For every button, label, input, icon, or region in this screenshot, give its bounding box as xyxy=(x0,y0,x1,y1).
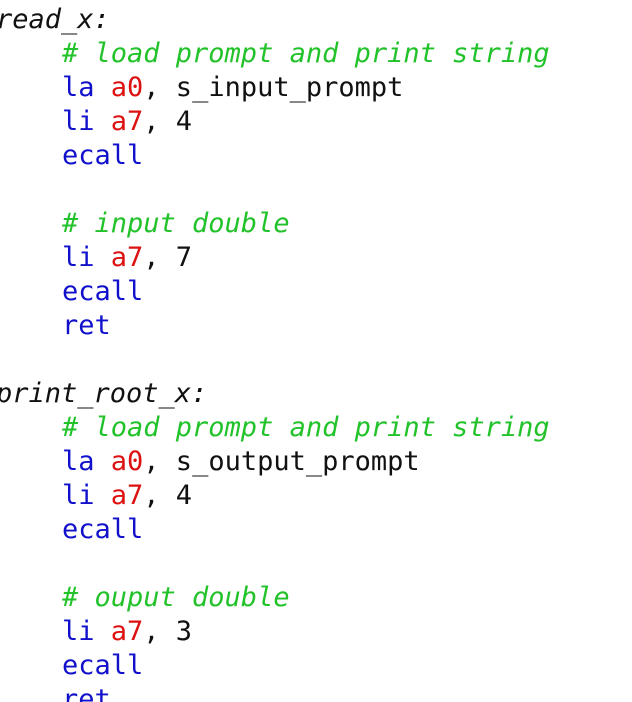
label-line: print_root_x: xyxy=(0,377,207,411)
register-name: a7 xyxy=(110,616,144,647)
register-name: a0 xyxy=(110,446,144,477)
instruction-line: ecall xyxy=(62,139,143,173)
instruction-line: li a7, 7 xyxy=(62,241,192,275)
instruction-operands: , s_input_prompt xyxy=(143,72,404,103)
code-editor[interactable]: read_x: # load prompt and print string la … xyxy=(0,0,632,702)
instruction-mnemonic: ecall xyxy=(62,276,144,307)
instruction-mnemonic: ecall xyxy=(62,140,144,171)
instruction-line: la a0, s_output_prompt xyxy=(62,445,420,479)
register-name: a0 xyxy=(110,72,144,103)
register-name: a7 xyxy=(110,106,144,137)
instruction-operands: , 3 xyxy=(143,616,193,647)
instruction-line: la a0, s_input_prompt xyxy=(62,71,403,105)
instruction-line: ret xyxy=(62,683,111,702)
instruction-mnemonic: ret xyxy=(62,684,111,702)
instruction-mnemonic: ecall xyxy=(62,514,144,545)
instruction-mnemonic: li xyxy=(62,242,95,273)
register-name: a7 xyxy=(110,242,144,273)
instruction-line: ecall xyxy=(62,513,143,547)
code-label: read_x: xyxy=(0,4,110,35)
register-name: a7 xyxy=(110,480,144,511)
instruction-mnemonic: li xyxy=(62,480,95,511)
comment-line: # input double xyxy=(62,207,290,241)
comment-line: # ouput double xyxy=(62,581,290,615)
code-label: print_root_x: xyxy=(0,378,208,409)
instruction-mnemonic: la xyxy=(62,446,95,477)
instruction-line: ret xyxy=(62,309,111,343)
instruction-mnemonic: la xyxy=(62,72,95,103)
comment-line: # load prompt and print string xyxy=(62,37,550,71)
code-comment: # load prompt and print string xyxy=(62,38,550,69)
instruction-mnemonic: ret xyxy=(62,310,111,341)
instruction-line: li a7, 4 xyxy=(62,105,192,139)
code-comment: # load prompt and print string xyxy=(62,412,550,443)
code-comment: # ouput double xyxy=(62,582,290,613)
instruction-line: ecall xyxy=(62,275,143,309)
instruction-line: ecall xyxy=(62,649,143,683)
instruction-mnemonic: li xyxy=(62,106,95,137)
instruction-operands: , 7 xyxy=(143,242,193,273)
instruction-mnemonic: ecall xyxy=(62,650,144,681)
comment-line: # load prompt and print string xyxy=(62,411,550,445)
instruction-operands: , 4 xyxy=(143,106,193,137)
instruction-mnemonic: li xyxy=(62,616,95,647)
label-line: read_x: xyxy=(0,3,110,37)
instruction-operands: , s_output_prompt xyxy=(143,446,420,477)
instruction-line: li a7, 3 xyxy=(62,615,192,649)
code-comment: # input double xyxy=(62,208,290,239)
instruction-line: li a7, 4 xyxy=(62,479,192,513)
instruction-operands: , 4 xyxy=(143,480,193,511)
